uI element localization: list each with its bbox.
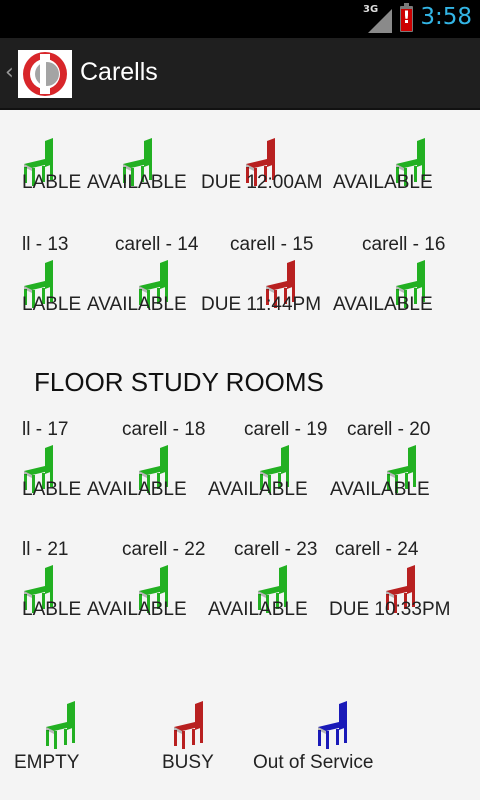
carell-status: LABLE <box>22 172 82 193</box>
carell-cell[interactable]: carell - 16 AVAILABLE <box>333 234 463 334</box>
app-logo[interactable] <box>18 50 72 98</box>
carell-status: AVAILABLE <box>330 479 430 500</box>
carell-name: carell - 15 <box>230 234 314 255</box>
carell-status: AVAILABLE <box>87 172 187 193</box>
carell-status: DUE 11:44PM <box>201 294 322 315</box>
carell-status: AVAILABLE <box>87 599 187 620</box>
legend-label: BUSY <box>162 752 214 773</box>
carell-name: ll - 13 <box>22 234 69 255</box>
carell-name: carell - 24 <box>335 539 419 560</box>
carell-status: AVAILABLE <box>333 294 433 315</box>
legend-label: EMPTY <box>14 752 80 773</box>
carell-status: LABLE <box>22 294 82 315</box>
carell-cell[interactable]: AVAILABLE <box>87 112 217 212</box>
carell-name: carell - 23 <box>234 539 318 560</box>
carell-name: carell - 22 <box>122 539 206 560</box>
carell-row: ll - 21 LABLE carell - 22 AVAILABLE care… <box>0 539 480 649</box>
carell-status: AVAILABLE <box>333 172 433 193</box>
carell-name: carell - 20 <box>347 419 431 440</box>
carell-name: ll - 17 <box>22 419 69 440</box>
status-bar: 3G ! 3:58 <box>0 0 480 38</box>
battery-icon: ! <box>400 3 413 32</box>
back-chevron-icon[interactable]: ‹ <box>5 60 14 85</box>
carell-status: AVAILABLE <box>208 479 308 500</box>
carell-grid: LABLE AVAILABLE DUE 12:00AM AVAILABLE ll… <box>0 112 480 800</box>
signal-icon <box>368 9 392 33</box>
carell-row: ll - 17 LABLE carell - 18 AVAILABLE care… <box>0 419 480 529</box>
carell-cell[interactable]: carell - 19 AVAILABLE <box>200 419 330 519</box>
carell-cell[interactable]: carell - 23 AVAILABLE <box>200 539 330 639</box>
carell-status: DUE 12:00AM <box>201 172 323 193</box>
carell-name: carell - 18 <box>122 419 206 440</box>
carell-cell[interactable]: DUE 12:00AM <box>200 112 330 212</box>
carell-cell[interactable]: carell - 24 DUE 10:33PM <box>329 539 463 639</box>
carell-cell[interactable]: carell - 14 AVAILABLE <box>87 234 217 334</box>
carell-name: carell - 14 <box>115 234 199 255</box>
legend-empty: EMPTY <box>0 700 150 790</box>
chair-icon <box>312 700 352 750</box>
carell-status: AVAILABLE <box>87 294 187 315</box>
legend-busy: BUSY <box>150 700 300 790</box>
carell-cell[interactable]: carell - 20 AVAILABLE <box>330 419 463 519</box>
carell-cell[interactable]: AVAILABLE <box>333 112 463 212</box>
carell-status: LABLE <box>22 599 82 620</box>
carell-name: ll - 21 <box>22 539 69 560</box>
app-title: Carells <box>80 58 158 86</box>
chair-icon <box>40 700 80 750</box>
carell-status: LABLE <box>22 479 82 500</box>
status-clock: 3:58 <box>420 4 472 30</box>
section-title: FLOOR STUDY ROOMS <box>34 367 324 397</box>
chair-icon <box>168 700 208 750</box>
legend-out-of-service: Out of Service <box>253 700 450 790</box>
action-bar: ‹ Carells <box>0 38 480 110</box>
carell-name: carell - 19 <box>244 419 328 440</box>
carell-cell[interactable]: carell - 15 DUE 11:44PM <box>200 234 330 334</box>
legend-label: Out of Service <box>253 752 374 773</box>
carell-row: ll - 13 LABLE carell - 14 AVAILABLE care… <box>0 234 480 344</box>
carell-cell[interactable]: carell - 22 AVAILABLE <box>87 539 217 639</box>
carell-row: LABLE AVAILABLE DUE 12:00AM AVAILABLE <box>0 112 480 222</box>
carell-status: DUE 10:33PM <box>329 599 451 620</box>
carell-status: AVAILABLE <box>87 479 187 500</box>
carell-cell[interactable]: carell - 18 AVAILABLE <box>87 419 217 519</box>
carell-name: carell - 16 <box>362 234 446 255</box>
carell-status: AVAILABLE <box>208 599 308 620</box>
